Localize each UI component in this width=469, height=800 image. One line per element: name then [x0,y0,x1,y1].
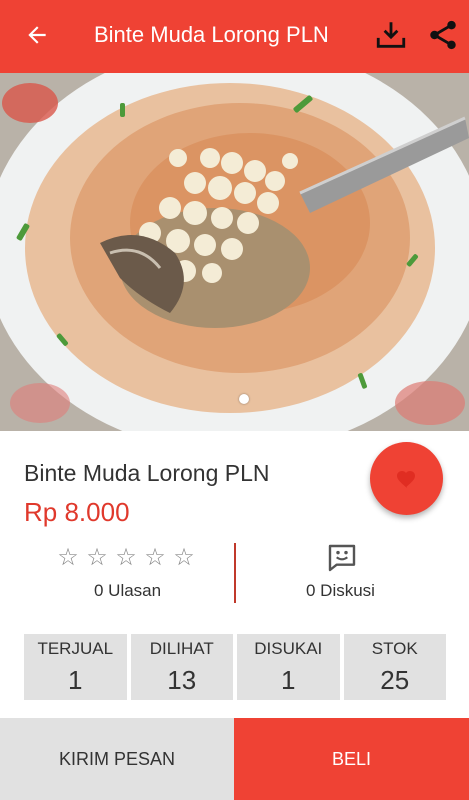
send-message-button[interactable]: KIRIM PESAN [0,718,234,800]
star-empty-icon: ☆ [115,544,137,571]
share-icon [430,20,456,50]
arrow-left-icon [28,26,46,44]
star-empty-icon: ☆ [86,544,108,571]
stat-stock: STOK 25 [343,634,446,700]
product-stats: TERJUAL 1 DILIHAT 13 DISUKAI 1 STOK 25 [24,634,446,700]
product-photo-illustration [0,73,469,431]
stat-value: 1 [281,665,296,695]
back-button[interactable] [20,18,54,52]
favorite-button[interactable] [370,442,443,515]
buy-button[interactable]: BELI [234,718,469,800]
star-empty-icon: ☆ [57,544,79,571]
product-price: Rp 8.000 [24,497,130,527]
download-button[interactable] [372,16,410,54]
stat-label: DILIHAT [149,639,214,658]
stat-label: TERJUAL [37,639,114,658]
rating-stars[interactable]: ☆ ☆ ☆ ☆ ☆ [56,546,196,570]
stat-viewed: DILIHAT 13 [130,634,233,700]
product-image[interactable] [0,73,469,431]
star-empty-icon: ☆ [144,544,166,571]
download-icon [376,22,406,48]
discussion-count-link[interactable]: 0 Diskusi [306,581,375,601]
stat-value: 13 [167,665,197,695]
stat-label: DISUKAI [254,639,323,658]
share-button[interactable] [424,16,462,54]
stat-value: 25 [380,665,410,695]
divider [234,543,236,603]
heart-icon [396,470,415,488]
carousel-indicator [239,394,249,404]
app-bar: Binte Muda Lorong PLN [0,0,469,73]
stat-sold: TERJUAL 1 [24,634,127,700]
stat-value: 1 [68,665,83,695]
star-empty-icon: ☆ [173,544,195,571]
discussion-button[interactable] [326,542,358,579]
bottom-action-bar: KIRIM PESAN BELI [0,718,469,800]
product-name: Binte Muda Lorong PLN [24,460,270,486]
stat-label: STOK [371,639,418,658]
chat-bubble-icon [328,544,356,572]
review-count-link[interactable]: 0 Ulasan [94,581,161,601]
stat-liked: DISUKAI 1 [237,634,340,700]
page-title: Binte Muda Lorong PLN [94,22,329,47]
